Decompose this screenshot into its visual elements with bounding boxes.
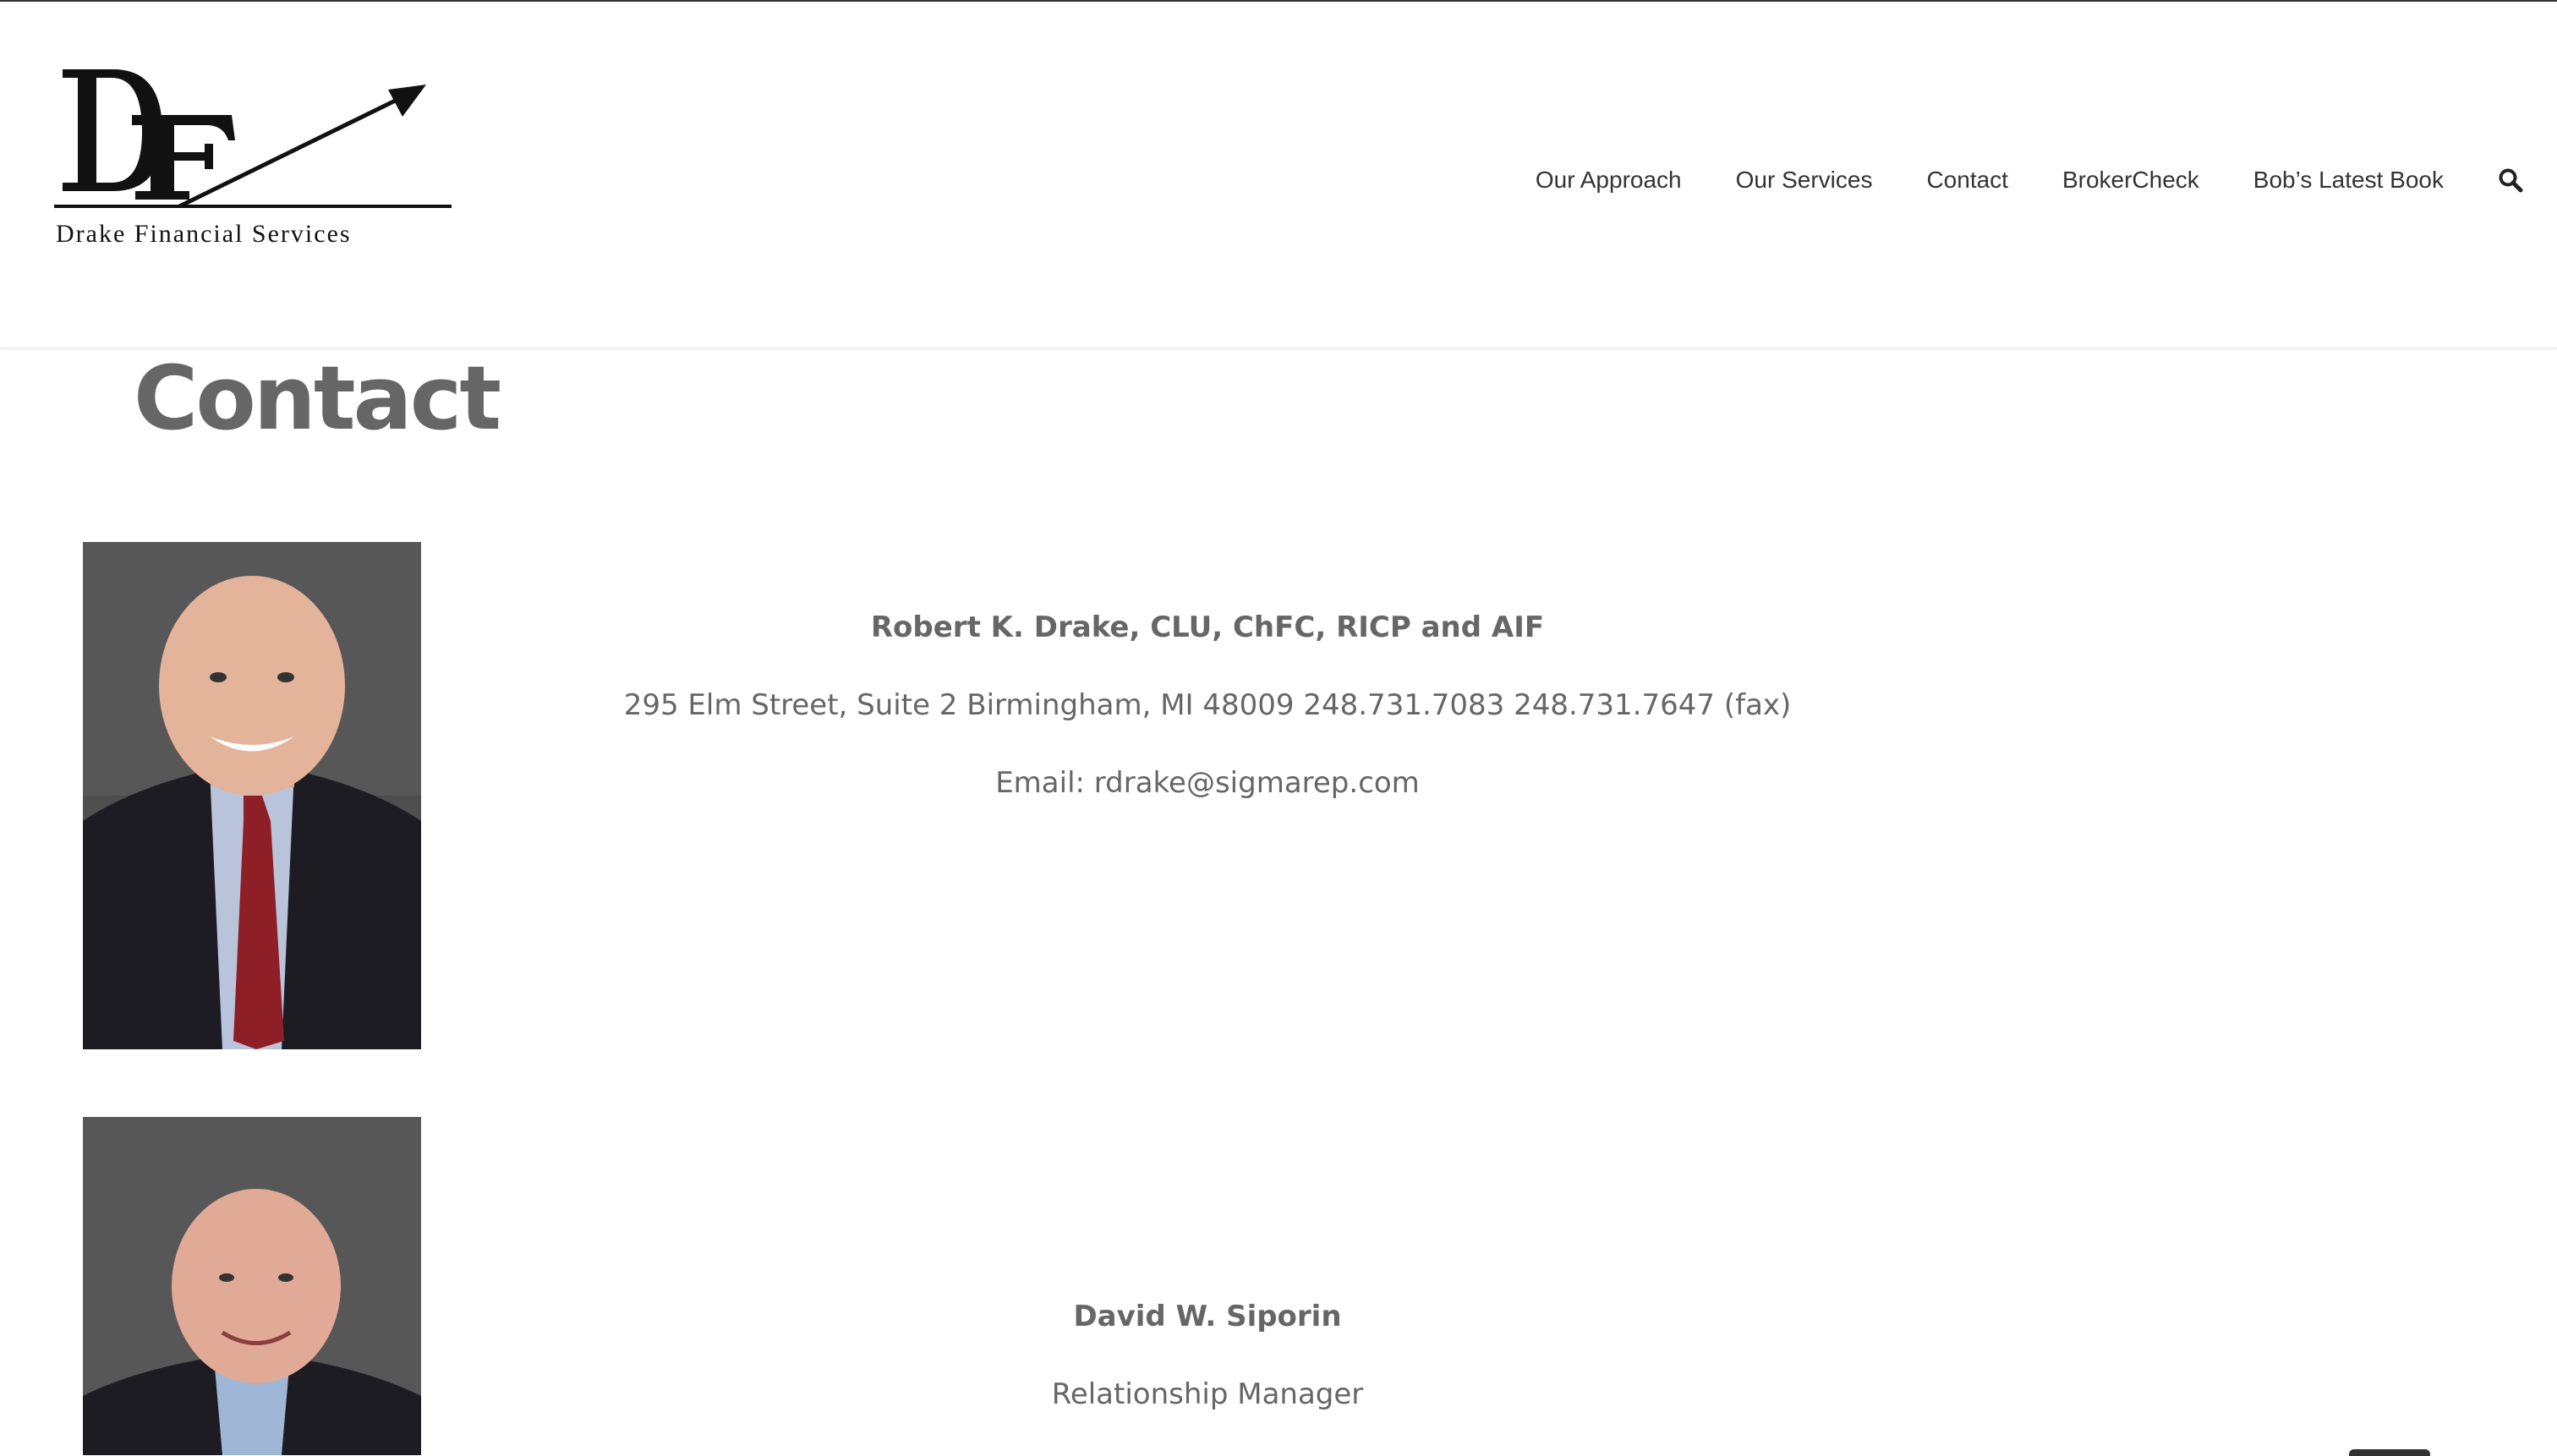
nav-item-our-approach[interactable]: Our Approach <box>1536 167 1682 194</box>
contact-photo-david-siporin <box>83 1117 421 1455</box>
contact-email[interactable]: Email: rdrake@sigmarep.com <box>421 766 1994 800</box>
logo-mark-icon <box>54 69 452 208</box>
page-title: Contact <box>134 347 501 450</box>
contact-name: David W. Siporin <box>1073 1300 1342 1333</box>
contact-photo-robert-drake <box>83 542 421 1049</box>
contact-role: Relationship Manager <box>1051 1377 1364 1411</box>
contact-name: Robert K. Drake, CLU, ChFC, RICP and AIF <box>870 610 1545 644</box>
contact-address: 295 Elm Street, Suite 2 Birmingham, MI 4… <box>623 688 1792 722</box>
main-nav: Our Approach Our Services Contact Broker… <box>1536 159 2523 201</box>
contact-card-david-siporin: David W. Siporin Relationship Manager <box>421 1300 1994 1411</box>
contact-card-robert-drake: Robert K. Drake, CLU, ChFC, RICP and AIF… <box>421 610 1994 800</box>
site-header: Drake Financial Services Our Approach Ou… <box>0 2 2557 348</box>
site-logo[interactable]: Drake Financial Services <box>54 64 452 259</box>
nav-item-brokercheck[interactable]: BrokerCheck <box>2062 167 2199 194</box>
nav-item-our-services[interactable]: Our Services <box>1736 167 1873 194</box>
nav-item-contact[interactable]: Contact <box>1926 167 2008 194</box>
logo-wordmark: Drake Financial Services <box>56 220 352 248</box>
nav-item-latest-book[interactable]: Bob’s Latest Book <box>2253 167 2444 194</box>
search-icon[interactable] <box>2498 167 2523 193</box>
scroll-to-top-tab[interactable] <box>2349 1449 2430 1456</box>
